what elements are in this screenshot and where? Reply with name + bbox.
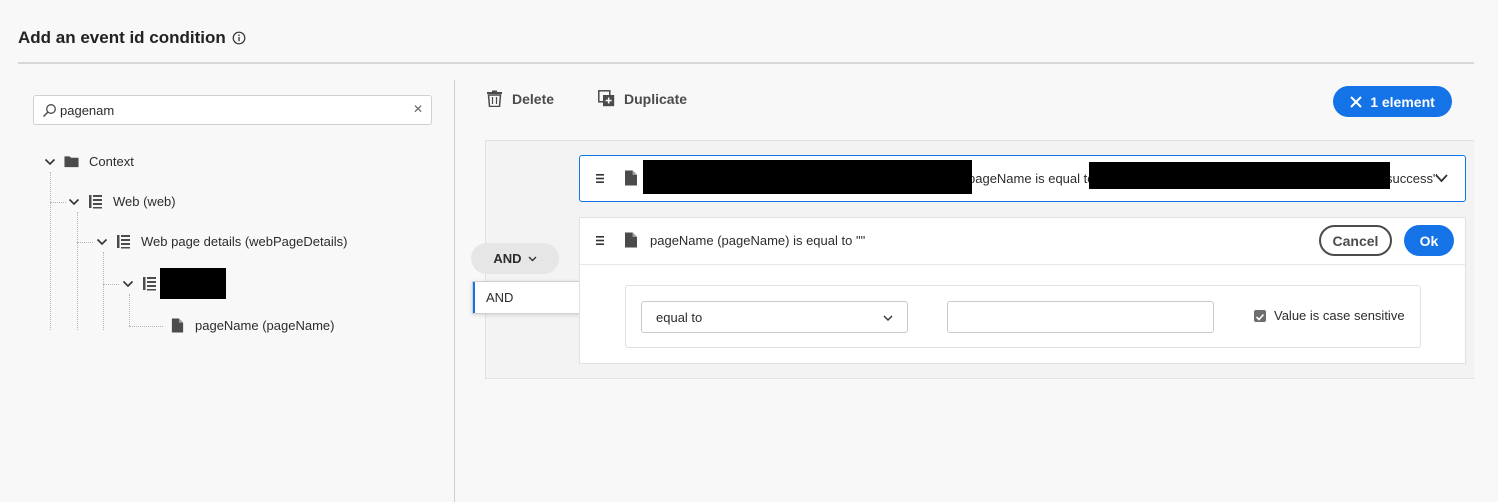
trash-icon [487,90,502,107]
tree-connector [77,212,78,330]
clear-icon[interactable]: ✕ [413,102,423,116]
condition-row-expanded[interactable]: pageName (pageName) is equal to "" Cance… [579,217,1466,364]
duplicate-icon [598,90,615,107]
condition-summary-text: pageName (pageName) is equal to "" [650,233,866,248]
tree-connector [77,242,93,243]
info-icon[interactable] [232,31,246,45]
operator-select[interactable]: equal to [641,301,908,333]
folder-icon [64,156,79,168]
tree-item-web[interactable]: Web (web) [68,194,176,209]
document-icon [171,318,184,333]
case-sensitive-label: Value is case sensitive [1274,308,1405,323]
chevron-down-icon [528,256,537,262]
operator-value: equal to [656,309,703,325]
selection-count-label: 1 element [1370,93,1435,110]
header-divider [18,62,1474,64]
tree-item-label: Web page details (webPageDetails) [141,234,348,249]
menu-item-label: AND [486,290,514,305]
drag-handle-icon[interactable] [594,235,606,246]
duplicate-button[interactable]: Duplicate [598,90,687,107]
case-sensitive-checkbox[interactable] [1254,310,1266,322]
redacted-block [1089,162,1390,189]
group-operator-button[interactable]: AND [471,243,559,274]
tree-connector [129,326,163,327]
schema-field-icon [89,195,102,209]
tree-connector [129,294,130,326]
chevron-down-icon[interactable] [44,156,56,168]
close-icon [1350,95,1362,108]
drag-handle-icon[interactable] [594,173,606,184]
tree-item-web-page-details[interactable]: Web page details (webPageDetails) [96,234,347,249]
redacted-block [160,268,226,299]
chevron-down-icon[interactable] [68,196,80,208]
checkmark-icon [1255,313,1265,321]
condition-row[interactable]: pageName is equal to success" [579,155,1466,202]
condition-editor: equal to Value is case sensitive [625,285,1421,348]
document-icon [625,232,637,248]
tree-connector [50,202,66,203]
chevron-down-icon[interactable] [96,236,108,248]
group-operator-label: AND [493,251,522,266]
schema-field-icon [117,235,130,249]
search-input[interactable]: pagenam [60,103,114,118]
dialog-title: Add an event id condition [18,28,246,48]
tree-connector [103,252,104,330]
tree-item-context[interactable]: Context [44,154,134,169]
condition-divider [580,264,1465,265]
tree-item-label: Web (web) [113,194,176,209]
search-field[interactable]: pagenam ✕ [33,95,432,125]
tree-connector [50,172,51,330]
schema-field-icon [143,277,156,291]
value-input[interactable] [947,301,1214,333]
delete-label: Delete [512,90,555,107]
condition-summary-text: pageName is equal to [968,171,1095,186]
delete-button[interactable]: Delete [486,90,554,107]
cancel-button[interactable]: Cancel [1319,225,1392,256]
tree-connector [103,284,119,285]
condition-summary-value: success" [1386,171,1438,186]
chevron-down-icon[interactable] [1435,173,1448,183]
tree-item-pagename[interactable]: pageName (pageName) [170,318,334,333]
tree-item-label: pageName (pageName) [195,318,335,333]
chevron-down-icon[interactable] [122,278,134,290]
panel-divider [454,80,455,502]
ok-button[interactable]: Ok [1404,225,1454,256]
clear-selection-button[interactable]: 1 element [1333,86,1452,117]
dialog-title-text: Add an event id condition [18,28,226,47]
redacted-block [643,160,972,194]
search-icon [42,104,56,118]
tree-item-label: Context [89,154,134,169]
duplicate-label: Duplicate [624,90,688,107]
document-icon [625,170,637,186]
chevron-down-icon [883,315,893,321]
